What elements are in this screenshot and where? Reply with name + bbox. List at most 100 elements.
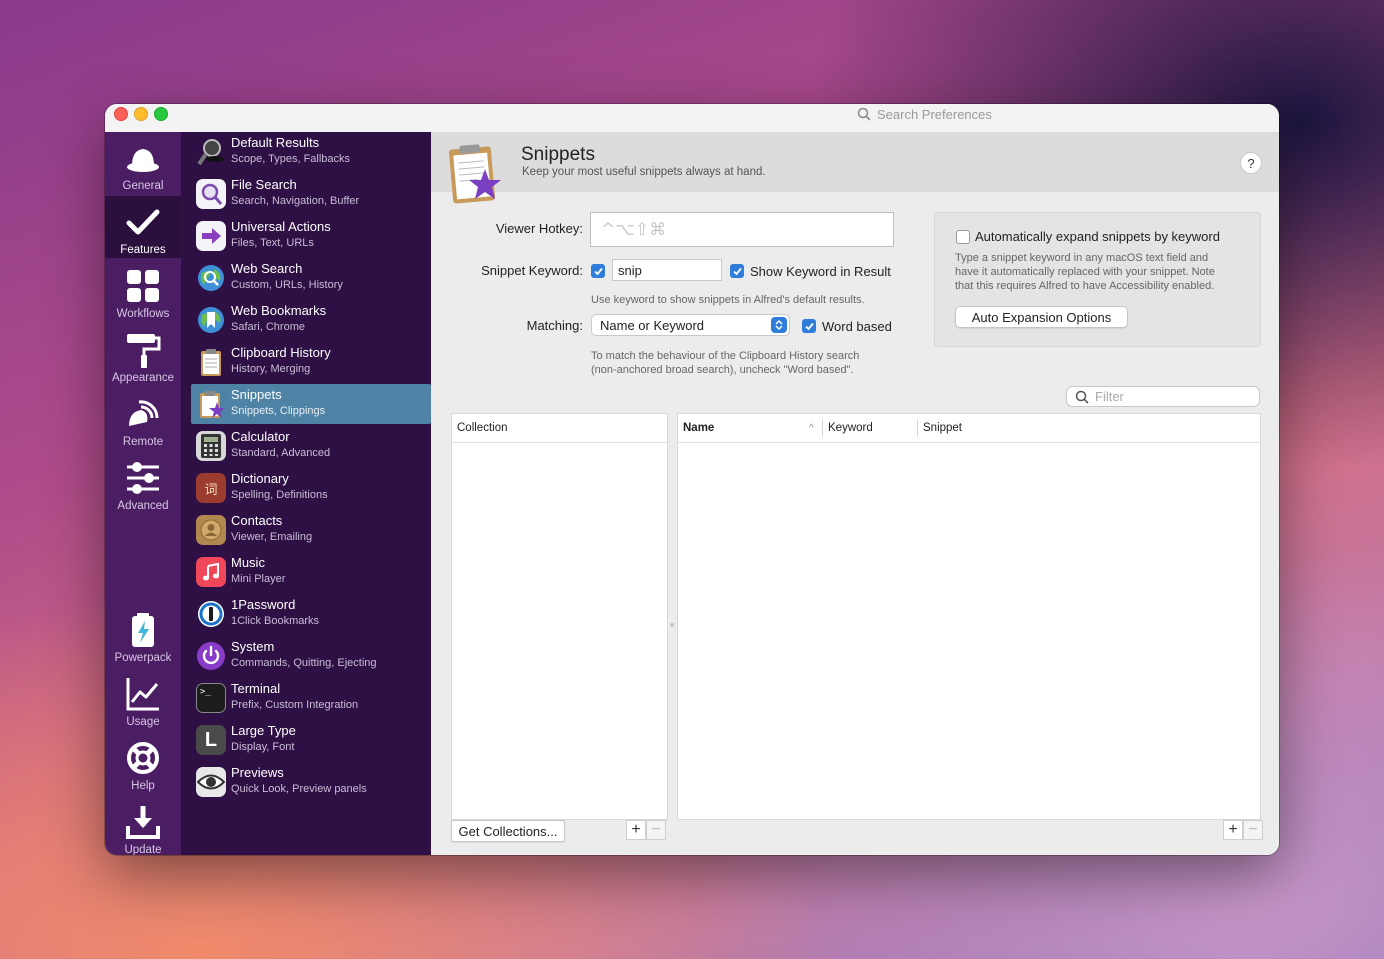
feature-title: Default Results	[231, 135, 320, 150]
dictionary-icon: 词	[196, 473, 226, 503]
remove-snippet-button[interactable]: −	[1243, 820, 1263, 840]
feature-item-web-search[interactable]: Web Search Custom, URLs, History	[191, 258, 431, 298]
auto-expansion-panel: Automatically expand snippets by keyword…	[934, 212, 1261, 347]
feature-item-file-search[interactable]: File Search Search, Navigation, Buffer	[191, 174, 431, 214]
feature-subtitle: Viewer, Emailing	[231, 531, 313, 543]
title-bar: Search Preferences	[105, 104, 1279, 132]
remove-collection-button[interactable]: −	[646, 820, 666, 840]
add-collection-button[interactable]: +	[626, 820, 646, 840]
feature-subtitle: Files, Text, URLs	[231, 237, 314, 249]
feature-item-terminal[interactable]: >_ Terminal Prefix, Custom Integration	[191, 678, 431, 718]
feature-item-previews[interactable]: Previews Quick Look, Preview panels	[191, 762, 431, 802]
power-icon	[196, 641, 226, 671]
preferences-window: Search Preferences General Features Work…	[105, 104, 1279, 855]
feature-item-web-bookmarks[interactable]: Web Bookmarks Safari, Chrome	[191, 300, 431, 340]
keyword-column-header[interactable]: Keyword	[828, 414, 873, 442]
add-snippet-button[interactable]: +	[1223, 820, 1243, 840]
filter-input[interactable]: Filter	[1066, 386, 1260, 407]
page-subtitle: Keep your most useful snippets always at…	[522, 166, 766, 178]
feature-item-clipboard-history[interactable]: Clipboard History History, Merging	[191, 342, 431, 382]
feature-title: Dictionary	[231, 471, 289, 486]
sidebar-item-features[interactable]: Features	[105, 196, 181, 258]
snippets-table[interactable]: Name ^ Keyword Snippet	[677, 413, 1261, 820]
feature-item-universal-actions[interactable]: Universal Actions Files, Text, URLs	[191, 216, 431, 256]
paint-roller-icon	[127, 334, 161, 368]
feature-title: Contacts	[231, 513, 283, 528]
feature-subtitle: Quick Look, Preview panels	[231, 783, 367, 795]
feature-list: Default Results Scope, Types, Fallbacks …	[181, 132, 431, 855]
sidebar-item-help[interactable]: Help	[105, 732, 181, 794]
sidebar-item-label: Powerpack	[114, 652, 172, 664]
feature-title: System	[231, 639, 275, 654]
calculator-icon	[196, 431, 226, 461]
globe-search-icon	[196, 263, 226, 293]
feature-item-system[interactable]: System Commands, Quitting, Ejecting	[191, 636, 431, 676]
sidebar-item-label: Help	[131, 780, 155, 792]
sort-ascending-icon: ^	[809, 422, 814, 434]
help-button[interactable]: ?	[1240, 152, 1262, 174]
collections-table[interactable]: Collection	[451, 413, 668, 820]
checkmark-icon	[732, 267, 742, 275]
auto-expand-label: Automatically expand snippets by keyword	[975, 229, 1220, 244]
globe-bookmark-icon	[196, 305, 226, 335]
select-stepper-icon	[771, 317, 787, 333]
show-keyword-checkbox[interactable]	[730, 264, 744, 278]
feature-title: Music	[231, 555, 265, 570]
feature-subtitle: Mini Player	[231, 573, 286, 585]
feature-item-calculator[interactable]: Calculator Standard, Advanced	[191, 426, 431, 466]
feature-item-snippets[interactable]: Snippets Snippets, Clippings	[191, 384, 431, 424]
snippet-keyword-input[interactable]: snip	[612, 259, 722, 281]
matching-hint-line-1: To match the behaviour of the Clipboard …	[591, 350, 860, 362]
snippet-column-header[interactable]: Snippet	[923, 414, 962, 442]
sidebar-item-advanced[interactable]: Advanced	[105, 452, 181, 514]
keyword-hint: Use keyword to show snippets in Alfred's…	[591, 294, 865, 306]
dictionary-glyph: 词	[204, 482, 218, 498]
word-based-checkbox[interactable]	[802, 319, 816, 333]
auto-expansion-options-button[interactable]: Auto Expansion Options	[955, 306, 1128, 328]
feature-item-1password[interactable]: 1Password 1Click Bookmarks	[191, 594, 431, 634]
feature-title: 1Password	[231, 597, 296, 612]
feature-title: Large Type	[231, 723, 296, 738]
feature-item-default-results[interactable]: Default Results Scope, Types, Fallbacks	[191, 132, 431, 172]
matching-label: Matching:	[526, 318, 583, 333]
get-collections-button[interactable]: Get Collections...	[451, 820, 565, 842]
feature-subtitle: Safari, Chrome	[231, 321, 305, 333]
matching-select[interactable]: Name or Keyword	[591, 314, 790, 336]
minimize-button[interactable]	[134, 107, 148, 121]
viewer-hotkey-field[interactable]: ^⌥⇧⌘	[590, 212, 894, 247]
zoom-button[interactable]	[154, 107, 168, 121]
feature-item-contacts[interactable]: Contacts Viewer, Emailing	[191, 510, 431, 550]
feature-item-dictionary[interactable]: 词 Dictionary Spelling, Definitions	[191, 468, 431, 508]
auto-expand-desc-2: have it automatically replaced with your…	[955, 266, 1215, 278]
name-column-header[interactable]: Name	[683, 414, 714, 442]
sidebar-item-general[interactable]: General	[105, 132, 181, 194]
feature-item-music[interactable]: Music Mini Player	[191, 552, 431, 592]
sidebar-item-appearance[interactable]: Appearance	[105, 324, 181, 386]
collection-column-header[interactable]: Collection	[457, 414, 508, 442]
clipboard-icon	[196, 347, 226, 377]
sidebar-item-update[interactable]: Update	[105, 796, 181, 855]
feature-title: Universal Actions	[231, 219, 331, 234]
sidebar-item-label: Appearance	[111, 372, 175, 384]
close-button[interactable]	[114, 107, 128, 121]
snippet-keyword-checkbox[interactable]	[591, 264, 605, 278]
panel-header: Snippets Keep your most useful snippets …	[431, 132, 1279, 204]
sidebar-item-usage[interactable]: Usage	[105, 668, 181, 730]
sidebar-item-remote[interactable]: Remote	[105, 388, 181, 450]
search-preferences[interactable]: Search Preferences	[857, 104, 1277, 124]
sidebar-item-workflows[interactable]: Workflows	[105, 260, 181, 322]
sidebar-item-powerpack[interactable]: Powerpack	[105, 604, 181, 666]
matching-hint-line-2: (non-anchored broad search), uncheck "Wo…	[591, 364, 854, 376]
feature-item-large-type[interactable]: L Large Type Display, Font	[191, 720, 431, 760]
feature-subtitle: History, Merging	[231, 363, 311, 375]
large-type-icon: L	[196, 725, 226, 755]
contacts-icon	[196, 515, 226, 545]
battery-icon	[132, 613, 154, 647]
grid-icon	[127, 270, 159, 302]
snippets-clipboard-icon	[448, 144, 501, 204]
viewer-hotkey-label: Viewer Hotkey:	[495, 221, 583, 236]
sidebar-item-label: Update	[124, 844, 162, 855]
split-divider-handle[interactable]	[670, 623, 674, 627]
auto-expand-checkbox[interactable]	[956, 230, 970, 244]
feature-subtitle: Spelling, Definitions	[231, 489, 328, 501]
